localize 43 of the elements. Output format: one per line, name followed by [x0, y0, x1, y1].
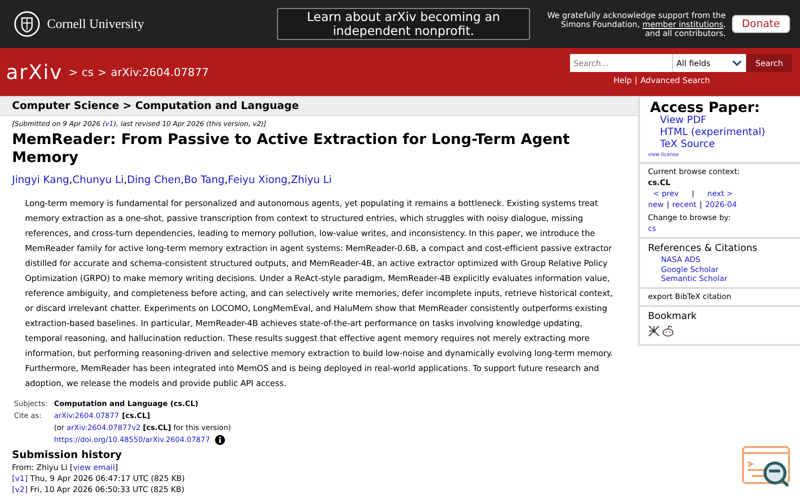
- access-link[interactable]: View PDF: [660, 115, 706, 127]
- cornell-seal-icon[interactable]: [14, 11, 40, 37]
- donate-button[interactable]: Donate: [732, 15, 790, 33]
- author-link[interactable]: Zhiyu Li: [290, 174, 332, 186]
- announcement-banner[interactable]: Learn about arXiv becoming an independent nonprofit.: [277, 8, 530, 40]
- search-help-link[interactable]: Help: [614, 76, 632, 85]
- author-link[interactable]: Bo Tang: [184, 174, 225, 186]
- access-link[interactable]: TeX Source: [660, 139, 715, 151]
- paper-title: MemReader: From Passive to Active Extraction for Long-Term Agent Memory: [12, 131, 571, 167]
- author-comma: ,: [69, 174, 72, 186]
- author-comma: ,: [180, 174, 184, 186]
- access-heading: Access Paper:: [650, 103, 760, 114]
- link-separator: |: [634, 76, 638, 85]
- breadcrumb-separator: >: [98, 66, 107, 78]
- search-button[interactable]: Search: [746, 54, 792, 72]
- search-field[interactable]: Search...: [570, 54, 672, 72]
- info-icon[interactable]: [214, 435, 225, 445]
- author-link[interactable]: Ding Chen: [126, 174, 181, 186]
- search-help-link[interactable]: Advanced Search: [640, 76, 710, 85]
- chevron-icon: [732, 60, 742, 66]
- breadcrumb-link[interactable]: arXiv:2604.07877: [110, 66, 209, 78]
- breadcrumb-link[interactable]: cs: [82, 66, 94, 78]
- access-link[interactable]: HTML (experimental): [660, 127, 766, 139]
- author-link[interactable]: Chunyu Li: [72, 174, 124, 186]
- institution-name[interactable]: Cornell University: [47, 16, 144, 32]
- window-magnifier-icon[interactable]: [742, 446, 792, 488]
- author-comma: ,: [288, 174, 291, 186]
- arxiv-logo[interactable]: arXiv: [6, 60, 63, 84]
- history-heading: Submission history: [12, 450, 123, 461]
- field-dropdown[interactable]: All fields: [672, 54, 746, 72]
- bookmark-heading: Bookmark: [648, 310, 697, 322]
- alien-icon[interactable]: [662, 324, 674, 336]
- breadcrumb-separator: >: [68, 66, 78, 78]
- star-burst-icon[interactable]: [648, 324, 660, 336]
- author-comma: ,: [124, 174, 127, 186]
- references-heading: References & Citations: [648, 243, 758, 254]
- support-text: We gratefully acknowledge support from the Simons Foundation, member institutions, and all contributors.: [546, 10, 726, 38]
- author-link[interactable]: Feiyu Xiong: [228, 174, 288, 186]
- subject-breadcrumb: Computer Science > Computation and Language: [0, 97, 638, 116]
- author-link[interactable]: Jingyi Kang: [12, 174, 70, 186]
- member-institutions-link[interactable]: member institutions: [642, 20, 724, 28]
- author-comma: ,: [224, 174, 228, 186]
- abstract-text: Long-term memory is fundamental for personalized and autonomous agents, yet populating it remains a bottleneck. Existing systems treat memory extraction as a one-shot, passive transcription from context to structured entries, which struggles with noisy dialogue, missing references, and cross-turn dependencies, leading to memory pollution, low-value writes, and inconsistency. In this paper, we introduce the MemReader family for active long-term memory extraction in agent systems: MemReader-0.6B, a compact and cost-efficient passive extractor distilled for accurate and schema-consistent structured outputs, and MemReader-4B, an active extractor optimized with Group Relative Policy Optimization (GRPO) to make memory writing decisions. Under a ReAct-style paradigm, MemReader-4B explicitly evaluates information value, reference ambiguity, and completeness before acting, and can selectively write memories, defer incomplete inputs, retrieve historical context, or discard irrelevant chatter. Experiments on LOCOMO, LongMemEval, and HaluMem show that MemReader consistently outperforms existing extraction-based baselines. In particular, MemReader-4B achieves state-of-the-art performance on tasks involving knowledge updating, temporal reasoning, and hallucination reduction. These results suggest that effective agent memory requires not merely extracting more information, but performing reasoning-driven and selective memory extraction to build low-noise and dynamically evolving long-term memory. Furthermore, MemReader has been integrated into MemOS and is being deployed in real-world applications. To support future research and adoption, we release the models and provide public API access.: [25, 197, 614, 390]
